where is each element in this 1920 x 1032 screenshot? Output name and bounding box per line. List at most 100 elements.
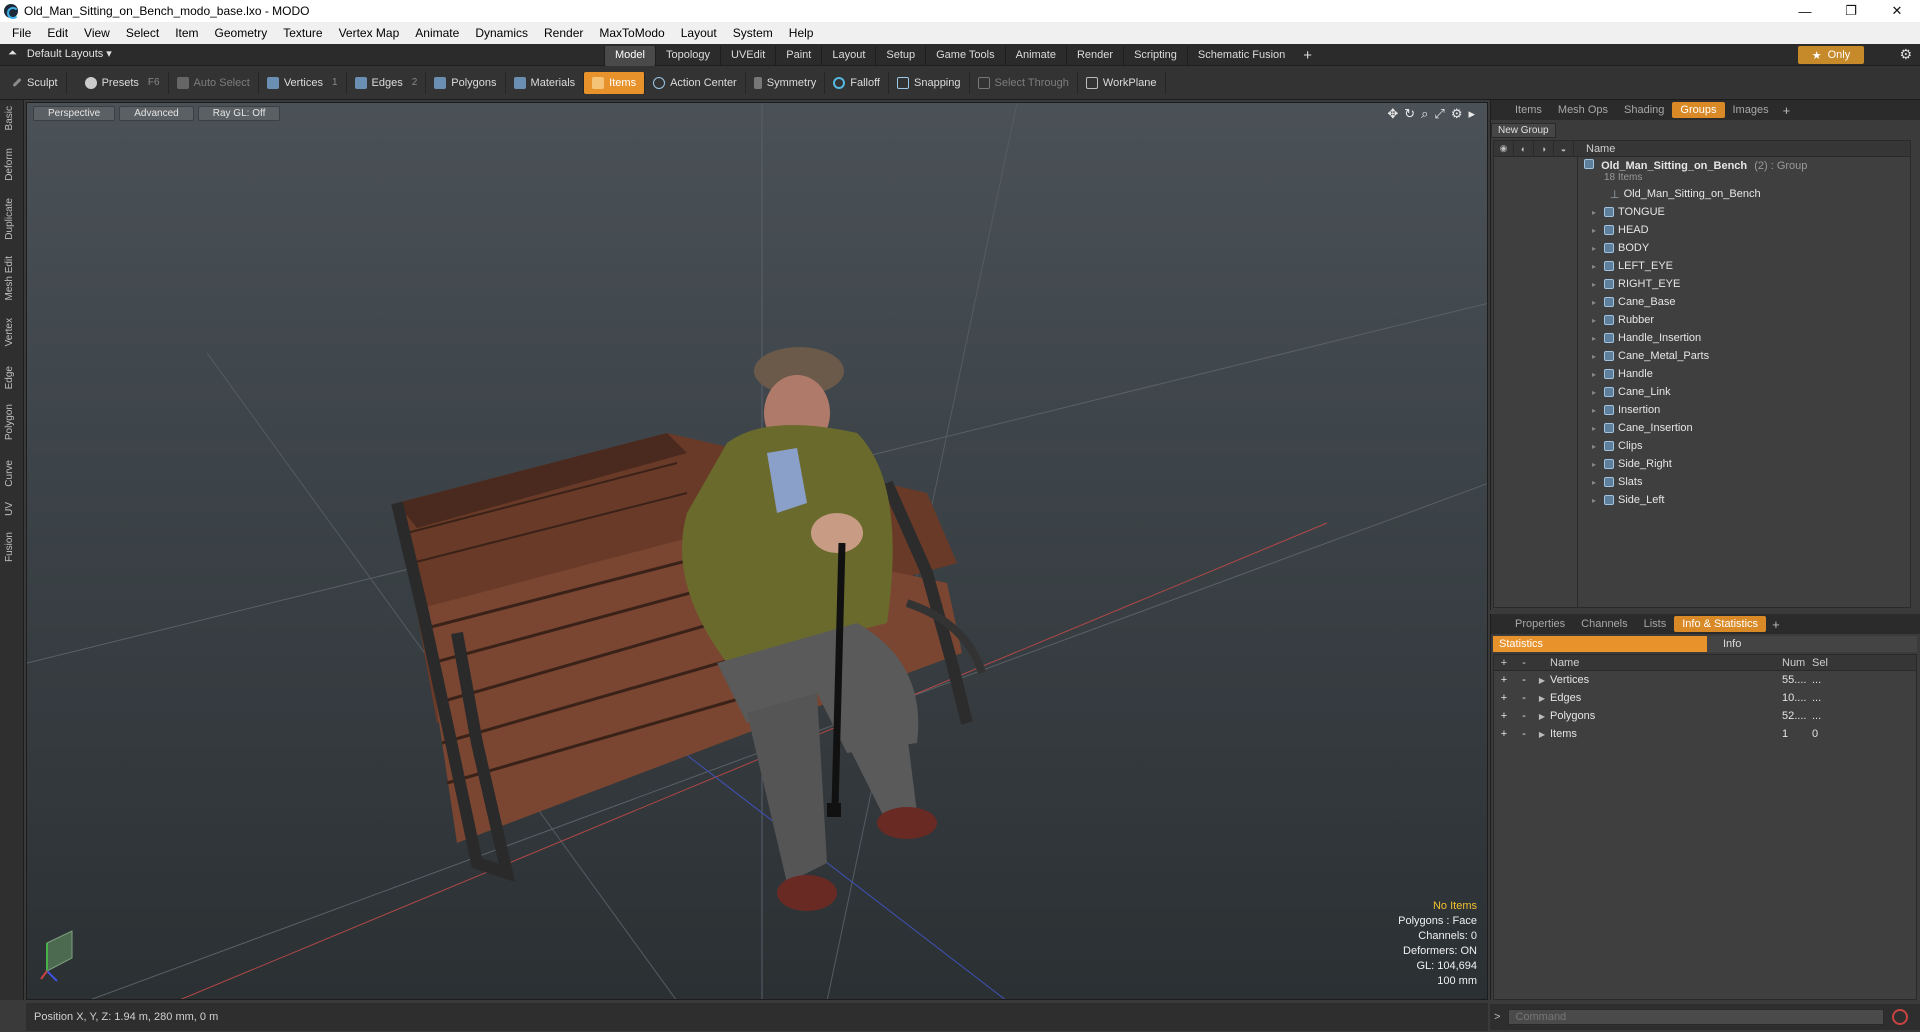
materials-button[interactable]: Materials xyxy=(506,71,585,94)
record-macro-icon[interactable] xyxy=(1892,1009,1909,1025)
tree-expand-icon[interactable]: ▸ xyxy=(1592,352,1604,361)
select-col-icon[interactable]: ◒ xyxy=(1554,140,1574,157)
tree-expand-icon[interactable]: ▸ xyxy=(1592,334,1604,343)
tab-paint[interactable]: Paint xyxy=(775,46,821,66)
collapse-all-button[interactable]: - xyxy=(1514,657,1534,669)
expand-arrow-icon[interactable]: ▶ xyxy=(1534,694,1550,703)
tab-lists[interactable]: Lists xyxy=(1636,616,1675,632)
layout-dropdown[interactable]: ⏶ Default Layouts ▾ xyxy=(8,47,112,60)
tree-expand-icon[interactable]: ▸ xyxy=(1592,226,1604,235)
raygl-button[interactable]: Ray GL: Off xyxy=(197,106,281,121)
menu-system[interactable]: System xyxy=(725,26,781,40)
3d-viewport[interactable]: Perspective Advanced Ray GL: Off ✥ ↻ ⌕ ⤢… xyxy=(26,102,1488,1000)
zoom-icon[interactable]: ⌕ xyxy=(1421,106,1428,122)
tree-expand-icon[interactable]: ▸ xyxy=(1592,478,1604,487)
stat-row-vertices[interactable]: + - ▶ Vertices 55.... ... xyxy=(1494,671,1916,689)
add-tab-button[interactable]: + xyxy=(1295,46,1320,66)
only-toggle-button[interactable]: ★ Only xyxy=(1798,46,1864,64)
tree-item-locator[interactable]: ⊥ Old_Man_Sitting_on_Bench xyxy=(1494,185,1910,203)
tab-topology[interactable]: Topology xyxy=(654,46,720,66)
vtab-deform[interactable]: Deform xyxy=(4,148,15,181)
tree-expand-icon[interactable]: ▸ xyxy=(1592,244,1604,253)
menu-view[interactable]: View xyxy=(76,26,118,40)
add-icon[interactable]: + xyxy=(1494,728,1514,740)
remove-icon[interactable]: - xyxy=(1514,710,1534,722)
menu-edit[interactable]: Edit xyxy=(39,26,76,40)
expand-all-button[interactable]: + xyxy=(1494,657,1514,669)
vtab-basic[interactable]: Basic xyxy=(4,106,15,130)
minimize-button[interactable]: — xyxy=(1782,0,1828,22)
falloff-button[interactable]: Falloff xyxy=(825,71,889,94)
tree-expand-icon[interactable]: ▸ xyxy=(1592,316,1604,325)
tree-item-mesh[interactable]: ▸ Cane_Metal_Parts xyxy=(1494,347,1910,365)
tree-item-mesh[interactable]: ▸ Insertion xyxy=(1494,401,1910,419)
subtab-info[interactable]: Info xyxy=(1707,636,1917,652)
shading-mode-button[interactable]: Advanced xyxy=(119,106,194,121)
menu-dynamics[interactable]: Dynamics xyxy=(467,26,536,40)
tree-expand-icon[interactable]: ▸ xyxy=(1592,460,1604,469)
menu-animate[interactable]: Animate xyxy=(407,26,467,40)
command-input[interactable] xyxy=(1508,1009,1885,1025)
viewport-settings-icon[interactable]: ⚙ xyxy=(1451,106,1463,122)
sculpt-button[interactable]: Sculpt xyxy=(4,71,67,94)
tree-item-mesh[interactable]: ▸ Cane_Insertion xyxy=(1494,419,1910,437)
menu-help[interactable]: Help xyxy=(781,26,822,40)
tree-expand-icon[interactable]: ▸ xyxy=(1592,298,1604,307)
tree-item-mesh[interactable]: ▸ Side_Left xyxy=(1494,491,1910,509)
tree-expand-icon[interactable]: ▸ xyxy=(1592,388,1604,397)
vtab-edge[interactable]: Edge xyxy=(4,366,15,389)
tree-expand-icon[interactable]: ▸ xyxy=(1592,208,1604,217)
pan-icon[interactable]: ✥ xyxy=(1387,106,1398,122)
tab-game-tools[interactable]: Game Tools xyxy=(925,46,1005,66)
tab-mesh-ops[interactable]: Mesh Ops xyxy=(1550,102,1616,118)
tab-info-statistics[interactable]: Info & Statistics xyxy=(1674,616,1767,632)
subtab-statistics[interactable]: Statistics xyxy=(1493,636,1707,652)
group-row[interactable]: Old_Man_Sitting_on_Bench (2) : Group 18 … xyxy=(1494,157,1910,185)
tab-images[interactable]: Images xyxy=(1725,102,1777,118)
viewport-expand-icon[interactable]: ▸ xyxy=(1468,106,1475,122)
tree-expand-icon[interactable]: ▸ xyxy=(1592,442,1604,451)
expand-arrow-icon[interactable]: ▶ xyxy=(1534,712,1550,721)
vtab-curve[interactable]: Curve xyxy=(4,460,15,487)
stat-row-items[interactable]: + - ▶ Items 1 0 xyxy=(1494,725,1916,743)
add-icon[interactable]: + xyxy=(1494,710,1514,722)
add-icon[interactable]: + xyxy=(1494,692,1514,704)
menu-file[interactable]: File xyxy=(4,26,39,40)
add-panel-tab-button[interactable]: + xyxy=(1777,103,1797,118)
snapping-button[interactable]: Snapping xyxy=(889,71,970,94)
tree-item-mesh[interactable]: ▸ Handle xyxy=(1494,365,1910,383)
tree-expand-icon[interactable]: ▸ xyxy=(1592,496,1604,505)
presets-button[interactable]: Presets F6 xyxy=(77,71,169,94)
layout-collapse-icon[interactable]: ⏶ xyxy=(8,47,17,60)
workplane-button[interactable]: WorkPlane xyxy=(1078,71,1166,94)
lock-col-icon[interactable]: ◑ xyxy=(1534,140,1554,157)
tab-model[interactable]: Model xyxy=(604,46,655,66)
tab-items[interactable]: Items xyxy=(1507,102,1550,118)
vtab-polygon[interactable]: Polygon xyxy=(4,404,15,440)
menu-render[interactable]: Render xyxy=(536,26,591,40)
tree-expand-icon[interactable]: ▸ xyxy=(1592,280,1604,289)
tree-item-mesh[interactable]: ▸ Slats xyxy=(1494,473,1910,491)
tree-expand-icon[interactable]: ▸ xyxy=(1592,370,1604,379)
fit-icon[interactable]: ⤢ xyxy=(1434,106,1444,122)
tab-setup[interactable]: Setup xyxy=(875,46,925,66)
stat-row-edges[interactable]: + - ▶ Edges 10.... ... xyxy=(1494,689,1916,707)
view-mode-button[interactable]: Perspective xyxy=(33,106,116,121)
tree-item-mesh[interactable]: ▸ Rubber xyxy=(1494,311,1910,329)
tree-expand-icon[interactable]: ▸ xyxy=(1592,424,1604,433)
tree-expand-icon[interactable]: ▸ xyxy=(1592,262,1604,271)
add-icon[interactable]: + xyxy=(1494,674,1514,686)
vtab-fusion[interactable]: Fusion xyxy=(4,532,15,562)
new-group-button[interactable]: New Group xyxy=(1491,122,1556,138)
auto-select-button[interactable]: Auto Select xyxy=(169,71,259,94)
tree-item-mesh[interactable]: ▸ Clips xyxy=(1494,437,1910,455)
remove-icon[interactable]: - xyxy=(1514,674,1534,686)
tab-animate[interactable]: Animate xyxy=(1004,46,1066,66)
menu-geometry[interactable]: Geometry xyxy=(207,26,276,40)
remove-icon[interactable]: - xyxy=(1514,728,1534,740)
render-col-icon[interactable]: ◐ xyxy=(1514,140,1534,157)
items-button[interactable]: Items xyxy=(584,71,646,94)
edges-button[interactable]: Edges 2 xyxy=(347,71,427,94)
select-through-button[interactable]: Select Through xyxy=(970,71,1078,94)
vertices-button[interactable]: Vertices 1 xyxy=(259,71,347,94)
